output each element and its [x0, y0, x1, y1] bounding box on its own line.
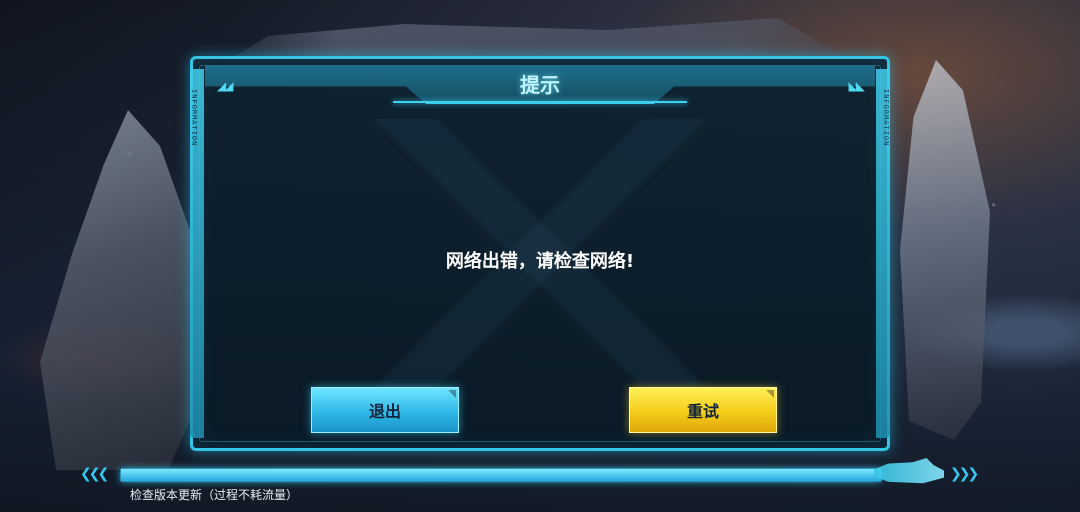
network-error-dialog: INFORMATION INFORMATION ◢◢ ◣◣ 提示 网络出错，请检… [190, 56, 890, 451]
loader-arrows-right-icon: ❯❯❯ [950, 466, 979, 482]
retry-button[interactable]: 重试 [629, 387, 777, 433]
loading-progress-bar [120, 468, 882, 482]
retry-button-label: 重试 [686, 402, 719, 421]
error-message: 网络出错，请检查网络! [445, 251, 635, 272]
update-status-text: 检查版本更新（过程不耗流量） [130, 488, 299, 502]
dialog-title: 提示 [520, 73, 560, 97]
exit-button[interactable]: 退出 [311, 387, 459, 433]
loading-progress-fill [121, 469, 881, 481]
loader-arrows-left-icon: ❮❮❮ [80, 466, 109, 482]
title-underline [393, 101, 687, 103]
exit-button-label: 退出 [368, 402, 401, 421]
